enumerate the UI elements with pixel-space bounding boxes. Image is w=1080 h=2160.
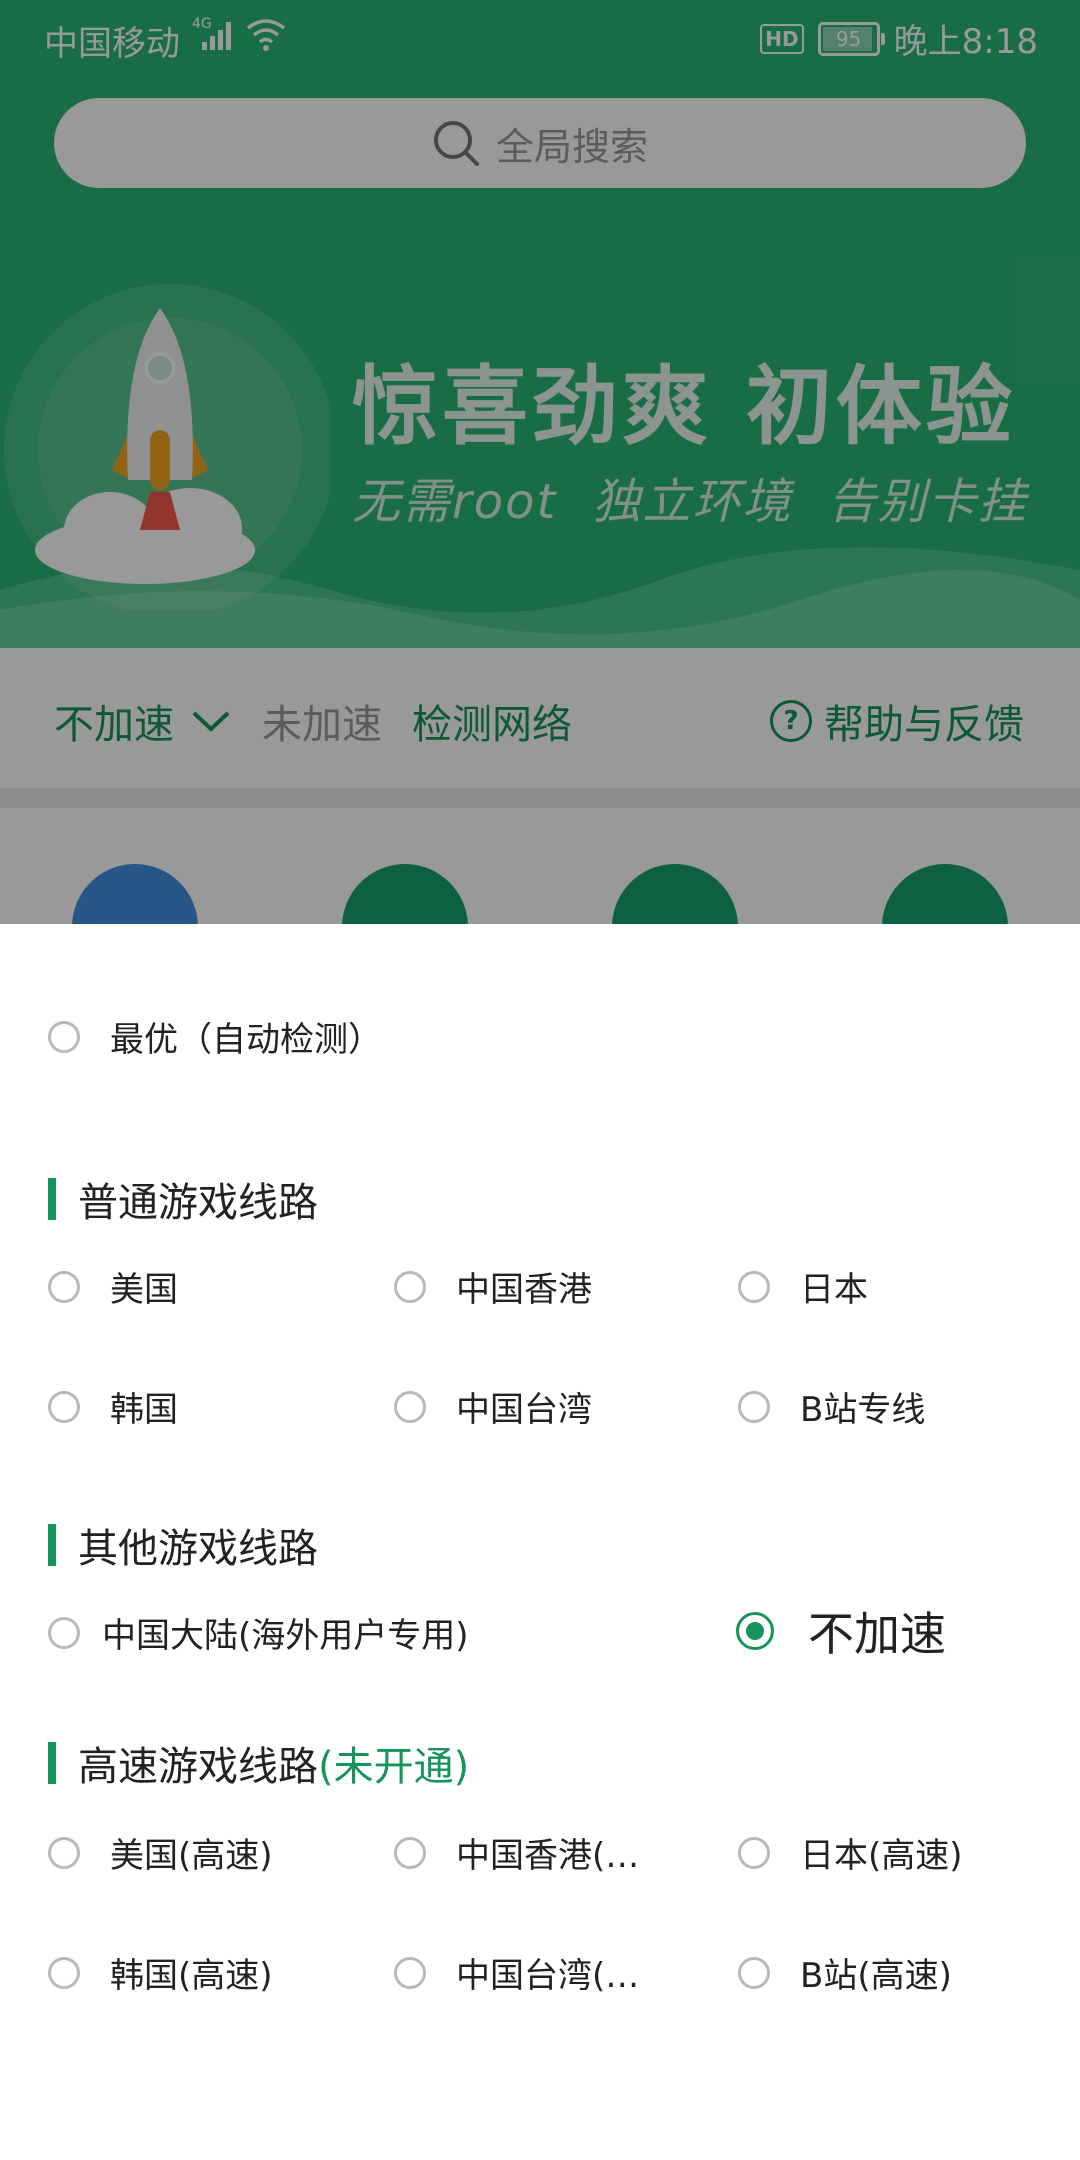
radio-icon: [738, 1390, 770, 1423]
section-bar: [48, 1178, 56, 1220]
section-title: 高速游戏线路: [78, 1744, 318, 1790]
option-label: 美国(高速): [110, 1836, 273, 1876]
option-label: 韩国: [110, 1390, 178, 1430]
radio-icon: [48, 1270, 80, 1303]
option-label: B站(高速): [800, 1956, 952, 1996]
radio-icon: [738, 1270, 770, 1303]
option-label: 中国台湾: [456, 1390, 592, 1430]
option-auto[interactable]: 最优（自动检测）: [48, 1012, 382, 1061]
option-no-accelerate[interactable]: 不加速: [736, 1598, 946, 1664]
option-mainland[interactable]: 中国大陆(海外用户专用): [48, 1608, 469, 1657]
option-label: 日本: [800, 1270, 868, 1310]
option-label: 不加速: [808, 1607, 946, 1661]
option-fast-jp[interactable]: 日本(高速): [738, 1828, 963, 1877]
option-label: 日本(高速): [800, 1836, 963, 1876]
option-label: 中国大陆(海外用户专用): [102, 1616, 469, 1656]
section-normal: 普通游戏线路: [48, 1170, 318, 1228]
background-app: 中国移动 4G HD 95 晚上8:18 全局搜索 惊喜劲爽 初体验 无需roo…: [0, 0, 1080, 924]
section-fast: 高速游戏线路 (未开通): [48, 1734, 469, 1792]
section-title: 其他游戏线路: [78, 1526, 318, 1572]
option-normal-jp[interactable]: 日本: [738, 1262, 868, 1311]
radio-icon: [394, 1390, 426, 1423]
modal-scrim[interactable]: [0, 0, 1080, 924]
radio-icon: [48, 1020, 80, 1053]
radio-icon: [48, 1390, 80, 1423]
route-select-sheet: 最优（自动检测） 普通游戏线路 美国 中国香港 日本 韩国 中国台湾 B站专线 …: [0, 924, 1080, 2160]
option-label: 中国台湾(高速): [456, 1956, 666, 1996]
radio-icon: [48, 1616, 80, 1649]
option-label: 美国: [110, 1270, 178, 1310]
option-label: 最优（自动检测）: [110, 1020, 382, 1060]
option-label: 韩国(高速): [110, 1956, 273, 1996]
option-label: B站专线: [800, 1390, 926, 1430]
option-fast-tw[interactable]: 中国台湾(高速): [394, 1948, 666, 1997]
section-bar: [48, 1524, 56, 1566]
section-other: 其他游戏线路: [48, 1516, 318, 1574]
radio-icon: [394, 1836, 426, 1869]
radio-selected-icon: [736, 1612, 774, 1650]
option-label: 中国香港: [456, 1270, 592, 1310]
option-normal-tw[interactable]: 中国台湾: [394, 1382, 592, 1431]
radio-icon: [738, 1836, 770, 1869]
option-fast-bilibili[interactable]: B站(高速): [738, 1948, 952, 1997]
radio-icon: [394, 1270, 426, 1303]
radio-icon: [738, 1956, 770, 1989]
radio-icon: [48, 1836, 80, 1869]
option-normal-bilibili[interactable]: B站专线: [738, 1382, 925, 1431]
option-fast-hk[interactable]: 中国香港(高速): [394, 1828, 666, 1877]
section-title: 普通游戏线路: [78, 1180, 318, 1226]
option-normal-hk[interactable]: 中国香港: [394, 1262, 592, 1311]
section-tag: (未开通): [318, 1744, 470, 1790]
option-normal-kr[interactable]: 韩国: [48, 1382, 178, 1431]
option-normal-us[interactable]: 美国: [48, 1262, 178, 1311]
section-bar: [48, 1742, 56, 1784]
radio-icon: [394, 1956, 426, 1989]
option-fast-us[interactable]: 美国(高速): [48, 1828, 273, 1877]
option-label: 中国香港(高速): [456, 1836, 666, 1876]
radio-icon: [48, 1956, 80, 1989]
option-fast-kr[interactable]: 韩国(高速): [48, 1948, 273, 1997]
